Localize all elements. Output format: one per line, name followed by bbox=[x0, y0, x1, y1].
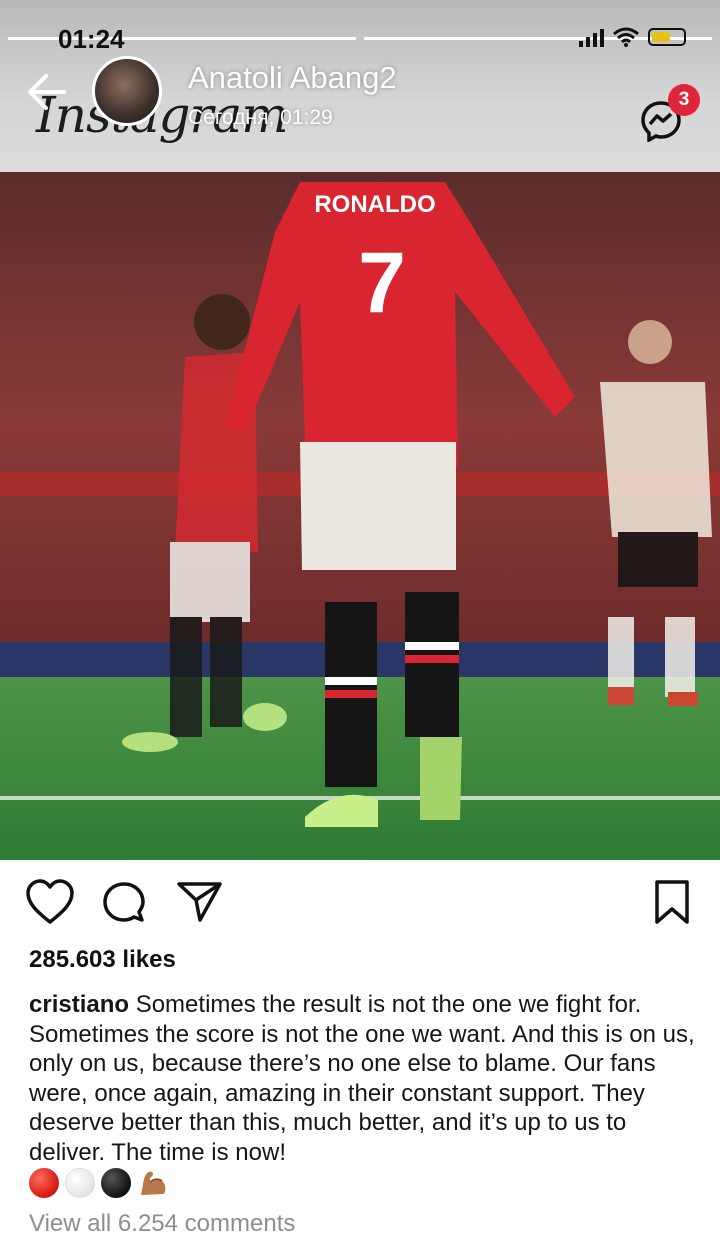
chat-header: Instagram 01:24 Anatoli Abang2 Сегодня, … bbox=[0, 0, 720, 172]
flexed-biceps-icon bbox=[141, 1171, 166, 1195]
signal-icon bbox=[579, 27, 604, 47]
heart-icon[interactable] bbox=[26, 878, 74, 930]
unread-badge: 3 bbox=[668, 84, 700, 116]
jersey-name: RONALDO bbox=[314, 191, 435, 218]
post-image[interactable]: RONALDO 7 bbox=[0, 172, 720, 860]
view-all-comments-link[interactable]: View all 6.254 comments bbox=[29, 1210, 295, 1238]
chat-timestamp: Сегодня, 01:29 bbox=[188, 106, 333, 129]
post-actions bbox=[0, 878, 720, 934]
back-arrow-icon[interactable] bbox=[24, 70, 68, 114]
caption-emojis bbox=[29, 1168, 169, 1198]
bookmark-icon[interactable] bbox=[648, 878, 696, 930]
red-circle-icon bbox=[29, 1168, 59, 1198]
football-photo: RONALDO 7 bbox=[0, 172, 720, 860]
avatar[interactable] bbox=[92, 56, 162, 126]
battery-icon bbox=[648, 28, 686, 46]
black-circle-icon bbox=[101, 1168, 131, 1198]
chat-contact-name[interactable]: Anatoli Abang2 bbox=[188, 60, 397, 96]
jersey-number: 7 bbox=[358, 235, 406, 331]
likes-count[interactable]: 285.603 likes bbox=[29, 946, 176, 974]
comment-icon[interactable] bbox=[100, 878, 148, 930]
status-icons bbox=[579, 24, 686, 50]
share-icon[interactable] bbox=[176, 878, 224, 930]
wifi-icon bbox=[613, 27, 639, 47]
status-time: 01:24 bbox=[58, 24, 125, 54]
post-caption: cristiano Sometimes the result is not th… bbox=[29, 990, 699, 1167]
white-circle-icon bbox=[65, 1168, 95, 1198]
caption-text: Sometimes the result is not the one we f… bbox=[29, 991, 695, 1166]
caption-username[interactable]: cristiano bbox=[29, 991, 129, 1018]
